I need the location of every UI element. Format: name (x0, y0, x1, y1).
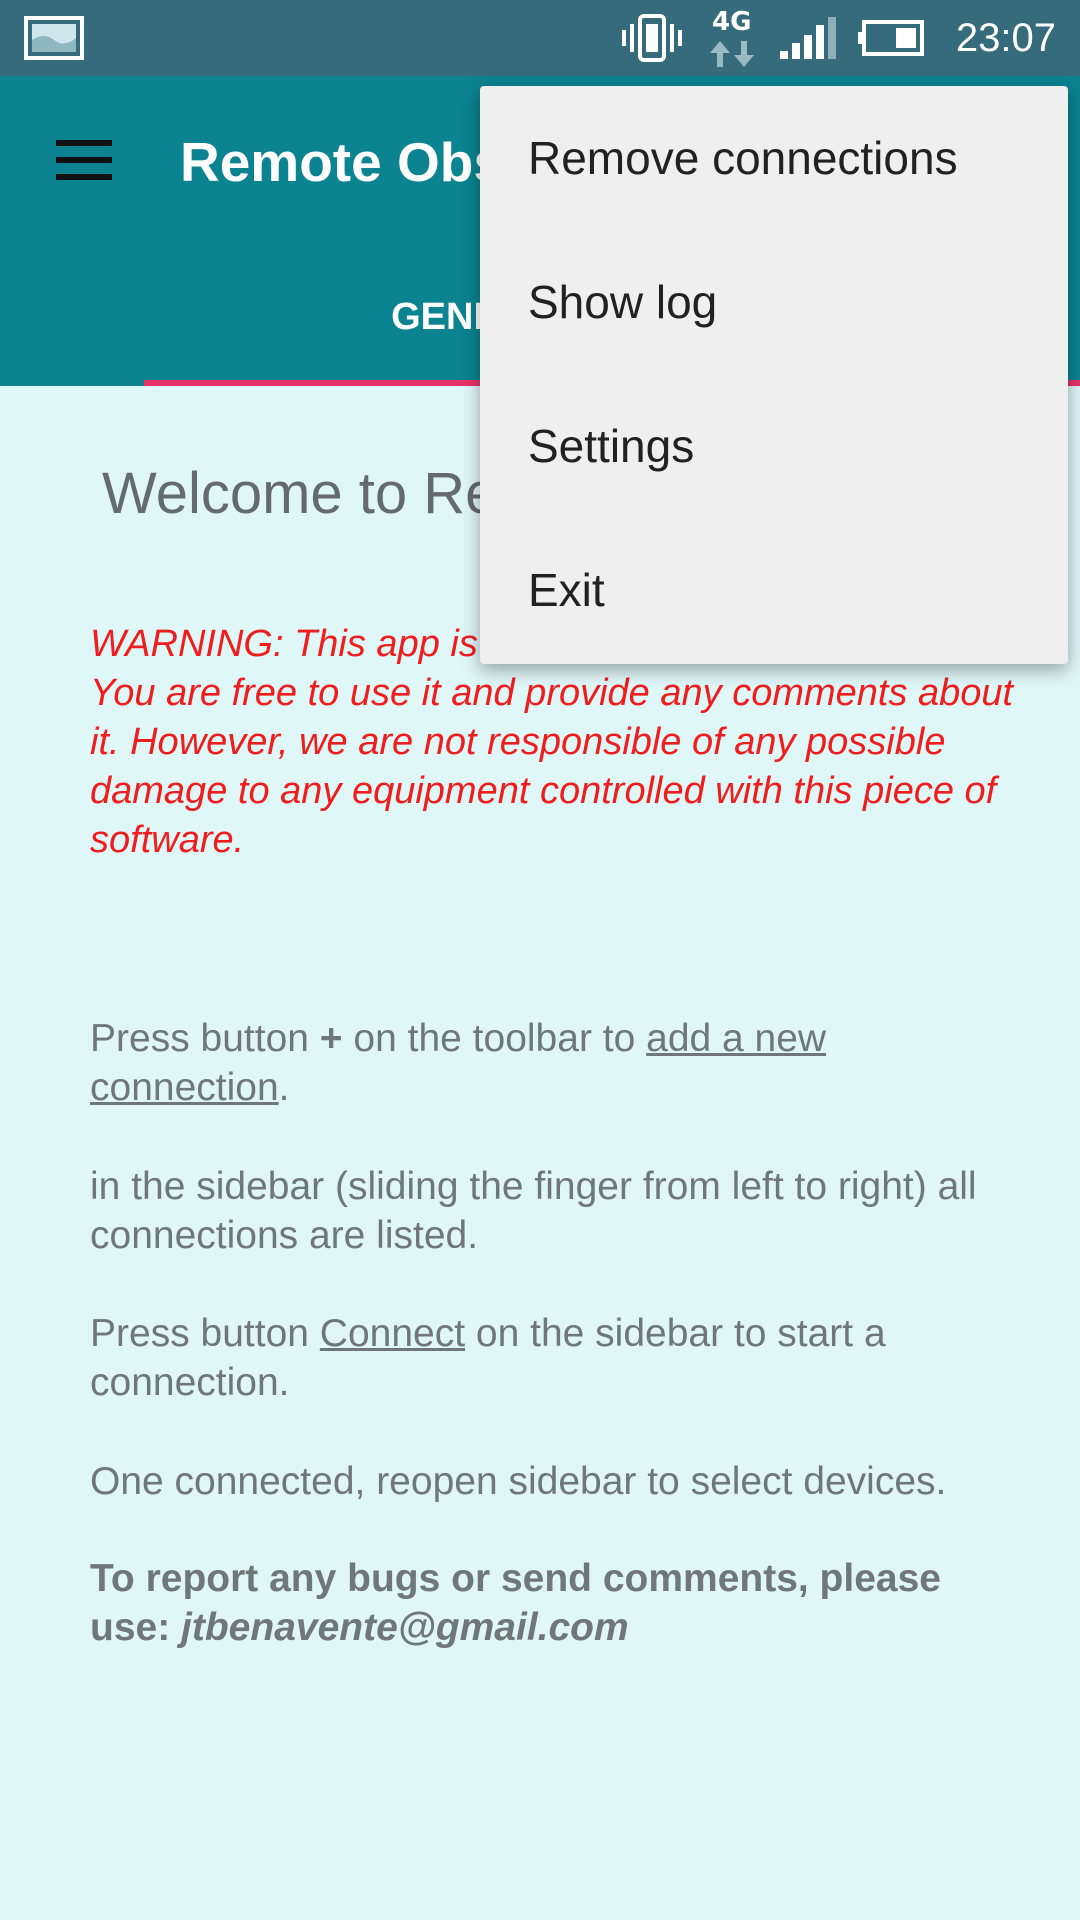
gallery-icon (24, 0, 84, 76)
instruction-add-connection: Press button + on the toolbar to add a n… (90, 1017, 827, 1109)
battery-icon (856, 0, 926, 76)
signal-icon (778, 0, 838, 76)
contact-email: jtbenavente@gmail.com (181, 1606, 629, 1649)
menu-item-settings[interactable]: Settings (480, 374, 1068, 518)
status-bar: 4G 23:07 (0, 0, 1080, 76)
instruction-devices: One connected, reopen sidebar to select … (90, 1460, 947, 1503)
instruction-connect: Press button Connect on the sidebar to s… (90, 1312, 886, 1404)
connect-link[interactable]: Connect (320, 1312, 465, 1355)
instruction-sidebar: in the sidebar (sliding the finger from … (90, 1165, 977, 1257)
vibrate-icon (622, 0, 682, 76)
network-type-label: 4G (712, 7, 752, 37)
network-4g-icon: 4G (706, 0, 760, 76)
plus-symbol: + (319, 1017, 343, 1060)
menu-item-exit[interactable]: Exit (480, 518, 1068, 662)
overflow-menu: Remove connections Show log Settings Exi… (480, 86, 1068, 664)
menu-item-remove-connections[interactable]: Remove connections (480, 86, 1068, 230)
report-bugs-text: To report any bugs or send comments, ple… (90, 1557, 941, 1649)
hamburger-icon (56, 140, 112, 180)
hamburger-menu-button[interactable] (56, 130, 116, 190)
clock: 23:07 (955, 15, 1056, 60)
menu-item-show-log[interactable]: Show log (480, 230, 1068, 374)
